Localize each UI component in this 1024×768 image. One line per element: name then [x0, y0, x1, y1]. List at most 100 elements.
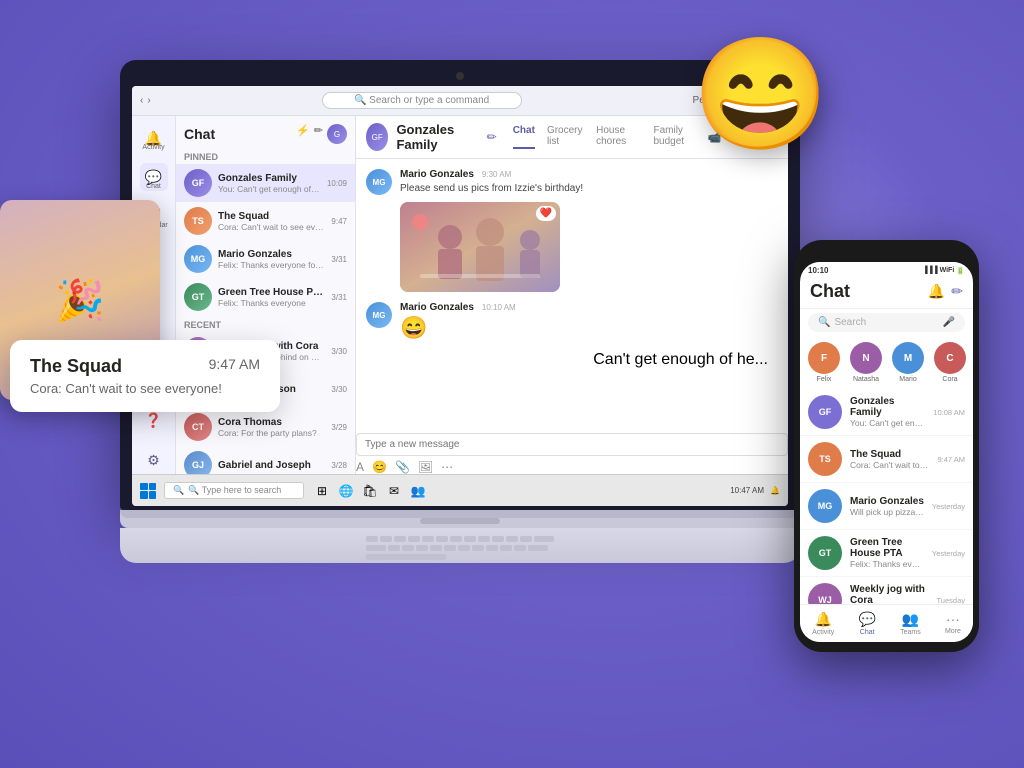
phone-avatar-natasha[interactable]: N Natasha: [850, 342, 882, 383]
key-backspace[interactable]: [534, 536, 554, 542]
phone-list-item-green[interactable]: GT Green Tree House PTA Felix: Thanks ev…: [800, 530, 973, 577]
chat-list-header: Chat ⚡ ✏ G: [176, 116, 355, 148]
key[interactable]: [444, 545, 456, 551]
tab-chores[interactable]: House chores: [596, 125, 641, 149]
key[interactable]: [394, 536, 406, 542]
taskbar: 🔍 🔍 Type here to search ⊞ 🌐 🛍 ✉ 👥 10:47 …: [132, 474, 788, 506]
taskbar-mail[interactable]: ✉: [384, 481, 404, 501]
phone-list-item-squad[interactable]: TS The Squad Cora: Can't wait to see eve…: [800, 436, 973, 483]
tab-grocery[interactable]: Grocery list: [547, 125, 584, 149]
back-button[interactable]: ‹: [140, 95, 143, 106]
key[interactable]: [478, 536, 490, 542]
key-tab[interactable]: [366, 545, 386, 551]
taskbar-taskview[interactable]: ⊞: [312, 481, 332, 501]
chat-list-header-icons: ⚡ ✏ G: [296, 124, 347, 144]
phone-list-item-mario[interactable]: MG Mario Gonzales Will pick up pizza aft…: [800, 483, 973, 530]
phone-search[interactable]: 🔍 Search 🎤: [808, 313, 965, 332]
key-enter[interactable]: [528, 545, 548, 551]
phone-avatar-name-cora: Cora: [942, 376, 957, 383]
chat-avatar-gabriel: GJ: [184, 451, 212, 474]
win-logo-tl: [140, 483, 148, 491]
attach-icon[interactable]: 📎: [395, 460, 410, 474]
phone-nav-teams[interactable]: 👥 Teams: [900, 611, 921, 636]
key[interactable]: [486, 545, 498, 551]
key[interactable]: [380, 536, 392, 542]
phone-nav-activity[interactable]: 🔔 Activity: [812, 611, 834, 636]
phone-list-item-gonzales[interactable]: GF Gonzales Family You: Can't get enough…: [800, 389, 973, 436]
phone-avatar-cora[interactable]: C Cora: [934, 342, 966, 383]
phone-nav-chat[interactable]: 💬 Chat: [858, 611, 875, 636]
key[interactable]: [464, 536, 476, 542]
phone-bell-icon[interactable]: 🔔: [928, 283, 945, 300]
wifi-icon: WiFi: [940, 267, 955, 274]
format-icon[interactable]: A: [356, 460, 364, 474]
phone-list-name-weekly: Weekly jog with Cora: [850, 584, 929, 604]
phone-avatar-mario[interactable]: M Mario: [892, 342, 924, 383]
chat-avatar-gonzales: GF: [184, 169, 212, 197]
emoji-icon[interactable]: 😊: [372, 460, 387, 474]
phone-list-info-green: Green Tree House PTA Felix: Thanks every…: [850, 537, 924, 569]
key[interactable]: [472, 545, 484, 551]
phone-list-item-weekly[interactable]: WJ Weekly jog with Cora I'm so behind on…: [800, 577, 973, 604]
phone-edit-icon[interactable]: ✏: [951, 283, 963, 300]
message-input[interactable]: [356, 433, 788, 456]
chat-item-green-tree[interactable]: GT Green Tree House PTA Felix: Thanks ev…: [176, 278, 355, 316]
chat-item-preview-mario: Felix: Thanks everyone for attending: [218, 260, 325, 270]
key[interactable]: [514, 545, 526, 551]
phone-mic-icon[interactable]: 🎤: [943, 317, 955, 328]
key[interactable]: [416, 545, 428, 551]
key[interactable]: [436, 536, 448, 542]
forward-button[interactable]: ›: [147, 95, 150, 106]
phone-list-info-weekly: Weekly jog with Cora I'm so behind on my…: [850, 584, 929, 604]
filter-icon[interactable]: ⚡: [296, 124, 310, 144]
taskbar-store[interactable]: 🛍: [360, 481, 380, 501]
phone-list-avatar-mario: MG: [808, 489, 842, 523]
chat-item-gonzales-family[interactable]: GF Gonzales Family You: Can't get enough…: [176, 164, 355, 202]
edit-group-icon[interactable]: ✏: [487, 130, 497, 144]
key[interactable]: [422, 536, 434, 542]
key[interactable]: [366, 536, 378, 542]
key[interactable]: [408, 536, 420, 542]
phone-list-avatar-squad: TS: [808, 442, 842, 476]
windows-logo[interactable]: [140, 483, 156, 499]
key[interactable]: [450, 536, 462, 542]
key[interactable]: [500, 545, 512, 551]
key[interactable]: [492, 536, 504, 542]
titlebar-search[interactable]: 🔍 Search or type a command: [322, 92, 522, 109]
notif-title: The Squad: [30, 356, 122, 376]
image-icon[interactable]: 🖼: [418, 460, 433, 474]
emoji-decoration: 😄: [692, 30, 829, 159]
chat-item-info-gabriel: Gabriel and Joseph: [218, 460, 325, 471]
cant-get-enough-bubble: Can't get enough of he...: [593, 351, 768, 369]
laptop-camera: [456, 72, 464, 80]
msg-header-1: Mario Gonzales 9:30 AM: [400, 169, 778, 180]
key[interactable]: [520, 536, 532, 542]
key[interactable]: [430, 545, 442, 551]
phone-avatar-felix[interactable]: F Felix: [808, 342, 840, 383]
key[interactable]: [388, 545, 400, 551]
chat-item-mario[interactable]: MG Mario Gonzales Felix: Thanks everyone…: [176, 240, 355, 278]
key-space[interactable]: [366, 554, 446, 560]
chat-item-the-squad[interactable]: TS The Squad Cora: Can't wait to see eve…: [176, 202, 355, 240]
more-tools-icon[interactable]: ⋯: [441, 460, 453, 474]
tab-chat[interactable]: Chat: [513, 125, 535, 149]
chat-item-cora[interactable]: CT Cora Thomas Cora: For the party plans…: [176, 408, 355, 446]
sidebar-item-settings[interactable]: ⚙: [140, 446, 168, 474]
new-chat-icon[interactable]: ✏: [314, 124, 323, 144]
win-logo-br: [149, 491, 157, 499]
chat-input-area: A 😊 📎 🖼 ⋯: [356, 433, 788, 474]
chat-item-gabriel[interactable]: GJ Gabriel and Joseph 3/28: [176, 446, 355, 474]
chat-item-info: Gonzales Family You: Can't get enough of…: [218, 173, 321, 194]
key[interactable]: [506, 536, 518, 542]
key[interactable]: [402, 545, 414, 551]
taskbar-edge[interactable]: 🌐: [336, 481, 356, 501]
phone-nav-more[interactable]: ··· More: [945, 611, 961, 636]
taskbar-teams[interactable]: 👥: [408, 481, 428, 501]
keyboard-row-3: [366, 554, 554, 560]
phone-list-avatar-green: GT: [808, 536, 842, 570]
taskbar-search[interactable]: 🔍 🔍 Type here to search: [164, 482, 304, 499]
taskbar-notif-icon[interactable]: 🔔: [770, 486, 780, 495]
chat-item-name-green: Green Tree House PTA: [218, 287, 325, 298]
phone-chat-list: GF Gonzales Family You: Can't get enough…: [800, 389, 973, 604]
key[interactable]: [458, 545, 470, 551]
